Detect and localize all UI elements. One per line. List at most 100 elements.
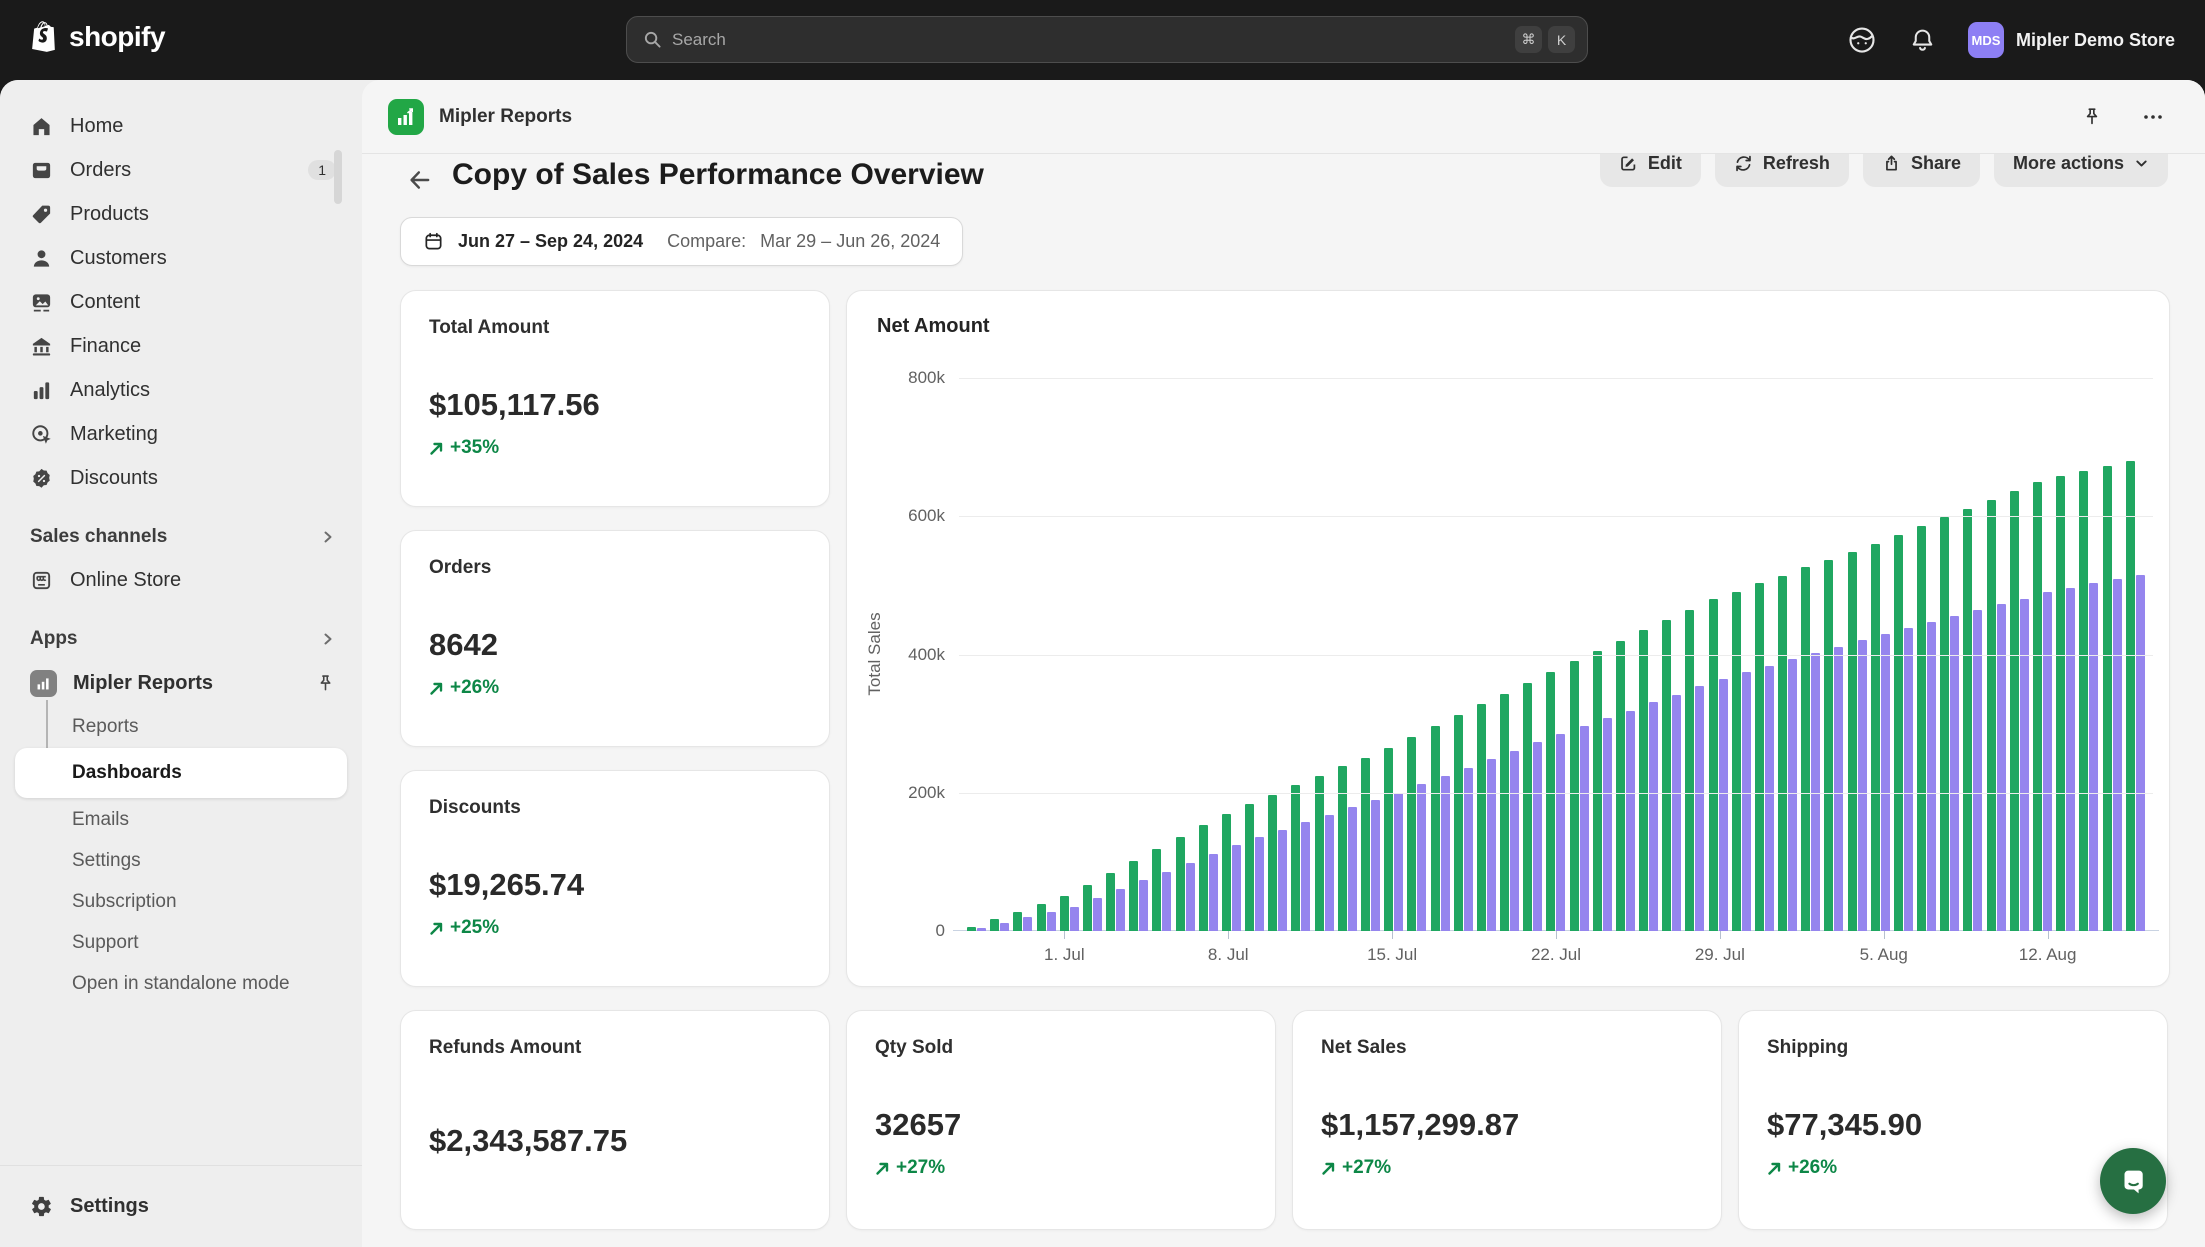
chart-bar: [1639, 630, 1649, 931]
chart-bar: [1927, 622, 1937, 931]
share-icon: [1886, 155, 1897, 171]
metric-card-discounts: Discounts $19,265.74 +25%: [400, 770, 830, 987]
notifications-bell-icon[interactable]: [1909, 27, 1936, 54]
sidebar-subitem-support[interactable]: Support: [0, 922, 362, 963]
refresh-icon: [1736, 155, 1751, 172]
store-menu[interactable]: MDS Mipler Demo Store: [1967, 22, 2175, 58]
sidekick-icon[interactable]: [1847, 25, 1877, 55]
app-header-title: Mipler Reports: [439, 105, 573, 127]
date-range-picker[interactable]: Jun 27 – Sep 24, 2024 Compare: Mar 29 – …: [400, 217, 964, 266]
chart-bar: [1708, 599, 1718, 931]
sidebar-subitem-standalone[interactable]: Open in standalone mode: [0, 963, 362, 1004]
search-input[interactable]: Search ⌘ K: [626, 16, 1588, 63]
chart-bar: [1092, 897, 1102, 931]
chart-bar: [1324, 814, 1334, 931]
sidebar-subitem-settings[interactable]: Settings: [0, 840, 362, 881]
back-button[interactable]: [406, 166, 434, 194]
sidebar-scrollbar-thumb[interactable]: [334, 150, 342, 204]
edit-icon: [1621, 156, 1636, 171]
page-title: Copy of Sales Performance Overview: [452, 158, 984, 191]
chart-bar: [1046, 912, 1056, 931]
chart-gridline: [959, 654, 2153, 656]
mipler-app-icon: [30, 669, 57, 697]
chart-bar: [1500, 693, 1510, 931]
sidebar-item-marketing[interactable]: Marketing: [0, 412, 362, 456]
sidebar-item-label: Content: [70, 290, 141, 313]
chart-bar: [1440, 776, 1450, 931]
chart-bar: [1685, 609, 1695, 931]
metric-card-net-sales: Net Sales $1,157,299.87 +27%: [1292, 1010, 1722, 1230]
chart-bar: [1476, 704, 1486, 931]
chat-launcher-button[interactable]: [2100, 1148, 2166, 1214]
chart-bar: [2042, 592, 2052, 931]
sidebar-subitem-reports[interactable]: Reports: [0, 706, 362, 747]
chart-bar: [1185, 862, 1195, 931]
sidebar-item-content[interactable]: Content: [0, 280, 362, 324]
sidebar-item-label: Finance: [70, 334, 142, 357]
chart-bar: [1278, 830, 1288, 931]
chart-bar: [2089, 583, 2099, 931]
chart-x-tick-label: 12. Aug: [2018, 945, 2077, 964]
chart-bar: [1963, 508, 1973, 931]
pin-icon[interactable]: [315, 673, 336, 694]
chart-bar: [1175, 837, 1185, 931]
chart-bar: [1394, 792, 1404, 931]
chart-x-tick-mark: [2047, 931, 2049, 939]
chart-bar: [1754, 583, 1764, 931]
sidebar-item-analytics[interactable]: Analytics: [0, 368, 362, 412]
chart-bar: [1152, 848, 1162, 931]
trend-up-icon: [1322, 1162, 1335, 1175]
chart-bar: [1013, 911, 1023, 931]
sidebar-item-finance[interactable]: Finance: [0, 324, 362, 368]
sidebar-subitem-dashboards[interactable]: Dashboards: [0, 747, 362, 799]
chart-bar: [1000, 922, 1010, 931]
calendar-icon: [425, 232, 442, 250]
chart-bar: [1231, 844, 1241, 931]
sidebar-item-customers[interactable]: Customers: [0, 236, 362, 280]
sidebar-item-discounts[interactable]: Discounts: [0, 456, 362, 500]
chart-bar: [1718, 678, 1728, 931]
sidebar-item-online-store[interactable]: Online Store: [0, 558, 362, 602]
chart-y-tick-label: 200k: [908, 782, 945, 802]
chart-bar: [1371, 800, 1380, 931]
chart-bar: [2079, 471, 2089, 931]
orders-icon: [32, 162, 51, 178]
pin-icon[interactable]: [2081, 106, 2103, 128]
chart-bar: [1291, 785, 1301, 931]
chart-bar: [2056, 476, 2066, 931]
chart-x-tick-label: 5. Aug: [1859, 945, 1908, 964]
chart-bar: [1301, 822, 1311, 931]
chart-bar: [1546, 671, 1556, 931]
sidebar-item-home[interactable]: Home: [0, 104, 362, 148]
sidebar-subitem-subscription[interactable]: Subscription: [0, 881, 362, 922]
chart-bar: [1139, 879, 1149, 931]
chart-bar: [2009, 490, 2019, 931]
chart-bar: [1880, 633, 1890, 931]
sidebar-section-sales-channels[interactable]: Sales channels: [0, 516, 362, 558]
more-menu-icon[interactable]: [2141, 105, 2165, 129]
sidebar-item-products[interactable]: Products: [0, 192, 362, 236]
chevron-right-icon: [324, 531, 332, 543]
sidebar-item-orders[interactable]: Orders 1: [0, 148, 362, 192]
sidebar-item-settings[interactable]: Settings: [0, 1165, 362, 1247]
sidebar-item-mipler-reports[interactable]: Mipler Reports: [0, 660, 362, 706]
chart-x-tick-label: 8. Jul: [1207, 945, 1249, 964]
chart-x-tick-label: 22. Jul: [1530, 945, 1582, 964]
date-range-value: Jun 27 – Sep 24, 2024: [458, 231, 644, 251]
chart-bar: [1731, 591, 1741, 931]
metric-card-total-amount: Total Amount $105,117.56 +35%: [400, 290, 830, 507]
trend-up-icon: [430, 442, 443, 455]
chart-x-tick-mark: [1064, 931, 1066, 939]
chart-bar: [2135, 575, 2145, 931]
trend-up-icon: [1768, 1162, 1781, 1175]
chart-bar: [1082, 884, 1092, 931]
sidebar-subitem-emails[interactable]: Emails: [0, 799, 362, 840]
chart-bar: [1950, 615, 1960, 931]
shopify-logo[interactable]: shopify: [30, 20, 166, 54]
chart-bar: [1615, 640, 1625, 931]
chevron-right-icon: [324, 633, 332, 645]
chart-bar: [1106, 872, 1116, 931]
chart-bar: [2125, 460, 2135, 931]
chat-bubble-icon: [2124, 1170, 2143, 1194]
sidebar-section-apps[interactable]: Apps: [0, 618, 362, 660]
